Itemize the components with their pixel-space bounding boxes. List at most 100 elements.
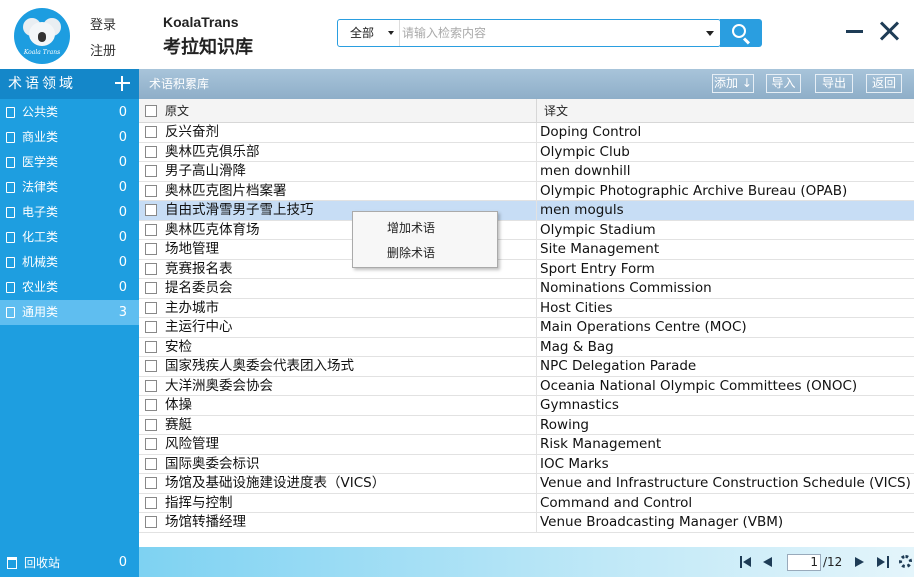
prev-page-icon[interactable] — [763, 556, 773, 568]
row-checkbox[interactable] — [145, 516, 157, 528]
download-arrow-icon: ↓ — [738, 76, 752, 90]
import-button[interactable]: 导入 — [766, 74, 801, 93]
add-button[interactable]: 添加 ↓ — [712, 74, 754, 93]
source-cell: 场馆及基础设施建设进度表（VICS） — [165, 475, 386, 491]
app-title-zh: 考拉知识库 — [163, 37, 253, 58]
page-number-input[interactable]: 1 — [787, 554, 821, 571]
book-icon — [6, 232, 15, 243]
add-domain-icon[interactable] — [115, 76, 130, 91]
table-row[interactable]: 风险管理 Risk Management — [139, 435, 914, 455]
sidebar-item-label: 化工类 — [22, 230, 59, 244]
table-row[interactable]: 自由式滑雪男子雪上技巧 men moguls — [139, 201, 914, 221]
table-row[interactable]: 场馆及基础设施建设进度表（VICS） Venue and Infrastructu… — [139, 474, 914, 494]
target-cell: Venue and Infrastructure Construction Sc… — [540, 475, 911, 491]
source-cell: 安检 — [165, 338, 192, 355]
login-link[interactable]: 登录 — [90, 13, 116, 39]
row-checkbox[interactable] — [145, 126, 157, 138]
sidebar-header: 术语领域 — [0, 69, 139, 99]
recycle-bin[interactable]: 回收站 0 — [0, 549, 139, 577]
first-page-icon[interactable] — [740, 556, 752, 568]
row-checkbox[interactable] — [145, 438, 157, 450]
target-cell: Venue Broadcasting Manager (VBM) — [540, 514, 784, 530]
table-row[interactable]: 国际奥委会标识 IOC Marks — [139, 454, 914, 474]
minimize-icon[interactable] — [846, 22, 864, 40]
table-row[interactable]: 提名委员会 Nominations Commission — [139, 279, 914, 299]
table-row[interactable]: 大洋洲奥委会协会 Oceania National Olympic Committ… — [139, 376, 914, 396]
table-row[interactable]: 安检 Mag & Bag — [139, 337, 914, 357]
search-scope-select[interactable]: 全部 — [338, 20, 400, 46]
row-checkbox[interactable] — [145, 145, 157, 158]
next-page-icon[interactable] — [855, 556, 865, 568]
row-checkbox[interactable] — [145, 340, 157, 353]
sidebar-item-count: 0 — [118, 280, 127, 295]
context-menu-add-term[interactable]: 增加术语 — [387, 219, 435, 236]
target-cell: Rowing — [540, 416, 589, 433]
search-input[interactable] — [402, 22, 698, 44]
column-header-source[interactable]: 原文 — [165, 99, 189, 123]
sidebar-item-legal[interactable]: 法律类 0 — [0, 175, 139, 200]
sidebar-item-public[interactable]: 公共类 0 — [0, 100, 139, 125]
row-checkbox[interactable] — [145, 418, 157, 431]
row-checkbox[interactable] — [145, 262, 157, 275]
table-row[interactable]: 指挥与控制 Command and Control — [139, 493, 914, 513]
table-row[interactable]: 场地管理 Site Management — [139, 240, 914, 260]
table-row[interactable]: 赛艇 Rowing — [139, 415, 914, 435]
table-row[interactable]: 奥林匹克体育场 Olympic Stadium — [139, 220, 914, 240]
sidebar-item-count: 0 — [118, 205, 127, 220]
row-checkbox[interactable] — [145, 360, 157, 372]
sidebar-item-medical[interactable]: 医学类 0 — [0, 150, 139, 175]
domain-list: 公共类 0 商业类 0 医学类 0 法律类 0 电子类 0 化工类 0 机械类 0 农业类 0 … — [0, 100, 139, 325]
column-header-target[interactable]: 译文 — [544, 99, 568, 123]
select-all-checkbox[interactable] — [145, 105, 157, 117]
recycle-bin-count: 0 — [118, 555, 127, 570]
row-checkbox[interactable] — [145, 399, 157, 411]
row-checkbox[interactable] — [145, 165, 157, 177]
row-checkbox[interactable] — [145, 301, 157, 314]
row-checkbox[interactable] — [145, 184, 157, 197]
context-menu-delete-term[interactable]: 删除术语 — [387, 244, 435, 261]
table-row[interactable]: 主办城市 Host Cities — [139, 298, 914, 318]
source-cell: 国际奥委会标识 — [165, 455, 260, 472]
sidebar-item-electronics[interactable]: 电子类 0 — [0, 200, 139, 225]
search-button[interactable] — [720, 19, 762, 47]
sidebar-item-business[interactable]: 商业类 0 — [0, 125, 139, 150]
table-body: 反兴奋剂 Doping Control 奥林匹克俱乐部 Olympic Club 男子高… — [139, 123, 914, 533]
row-checkbox[interactable] — [145, 457, 157, 470]
table-row[interactable]: 场馆转播经理 Venue Broadcasting Manager (VBM) — [139, 513, 914, 533]
sidebar-item-count: 0 — [118, 180, 127, 195]
last-page-icon[interactable] — [877, 556, 889, 568]
app-header: Koala Trans 登录 注册 KoalaTrans 考拉知识库 全部 — [0, 0, 914, 69]
sidebar-item-general[interactable]: 通用类 3 — [0, 300, 139, 325]
search-history-dropdown-icon[interactable] — [706, 31, 714, 36]
register-link[interactable]: 注册 — [90, 39, 116, 65]
table-row[interactable]: 反兴奋剂 Doping Control — [139, 123, 914, 143]
source-cell: 场馆转播经理 — [165, 514, 246, 530]
row-checkbox[interactable] — [145, 379, 157, 392]
close-icon[interactable] — [878, 20, 900, 42]
export-button[interactable]: 导出 — [815, 74, 853, 93]
row-checkbox[interactable] — [145, 204, 157, 216]
sidebar-item-count: 0 — [118, 230, 127, 245]
row-checkbox[interactable] — [145, 243, 157, 255]
table-row[interactable]: 男子高山滑降 men downhill — [139, 162, 914, 182]
row-checkbox[interactable] — [145, 496, 157, 509]
sidebar-item-agriculture[interactable]: 农业类 0 — [0, 275, 139, 300]
row-checkbox[interactable] — [145, 477, 157, 489]
table-row[interactable]: 奥林匹克俱乐部 Olympic Club — [139, 142, 914, 162]
table-row[interactable]: 国家残疾人奥委会代表团入场式 NPC Delegation Parade — [139, 357, 914, 377]
back-button[interactable]: 返回 — [866, 74, 902, 93]
sidebar-item-mechanical[interactable]: 机械类 0 — [0, 250, 139, 275]
source-cell: 主运行中心 — [165, 319, 233, 335]
pagination-bar: 1 /12 — [139, 547, 914, 577]
row-checkbox[interactable] — [145, 223, 157, 236]
table-row[interactable]: 主运行中心 Main Operations Centre (MOC) — [139, 318, 914, 338]
table-row[interactable]: 竞赛报名表 Sport Entry Form — [139, 259, 914, 279]
row-checkbox[interactable] — [145, 282, 157, 294]
table-row[interactable]: 体操 Gymnastics — [139, 396, 914, 416]
table-row[interactable]: 奥林匹克图片档案署 Olympic Photographic Archive Bu… — [139, 181, 914, 201]
target-cell: Doping Control — [540, 124, 642, 140]
library-title: 术语积累库 — [149, 77, 210, 91]
gear-icon[interactable] — [899, 555, 912, 568]
sidebar-item-chemical[interactable]: 化工类 0 — [0, 225, 139, 250]
row-checkbox[interactable] — [145, 321, 157, 333]
